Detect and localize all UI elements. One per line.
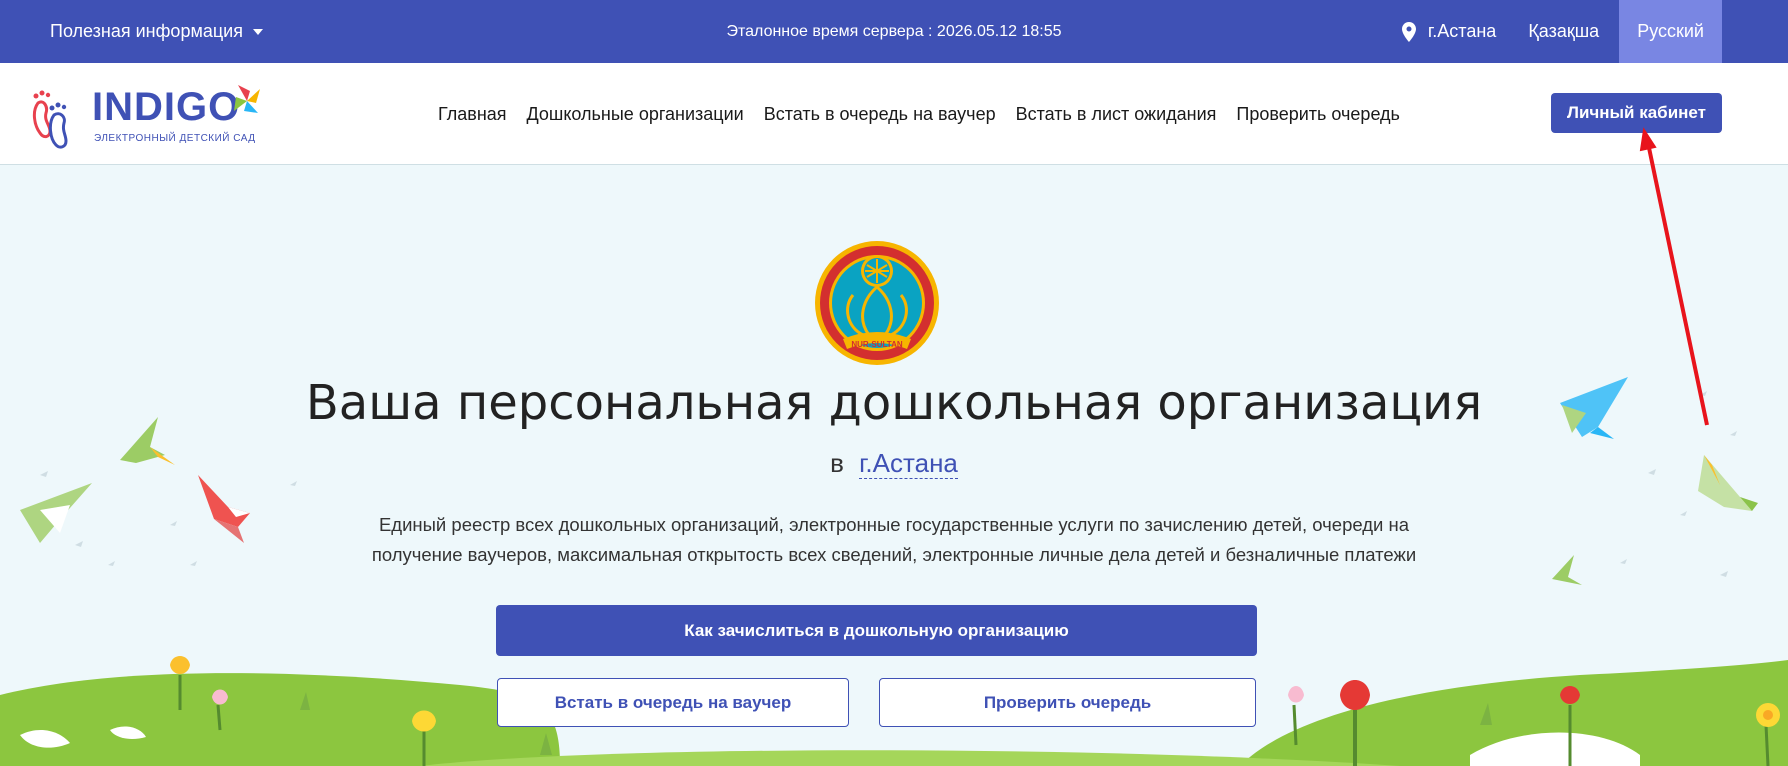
bird-icon [198,475,250,543]
hero-description-line-1: Единый реестр всех дошкольных организаци… [378,514,1410,535]
top-bar-right: г.Астана Қазақша Русский [1401,0,1722,63]
bird-icon [1552,555,1582,585]
lang-russian[interactable]: Русский [1619,0,1722,63]
emblem-text: NUR-SULTAN [851,340,902,349]
hero-city-link[interactable]: г.Астана [859,448,958,479]
footprints-logo-icon [32,90,68,149]
indigo-logo[interactable]: INDIGO ЭЛЕКТРОННЫЙ ДЕТСКИЙ САД [30,81,270,151]
flower-logo-icon [234,85,260,113]
location-pin-icon [1401,21,1416,42]
bird-icon [20,483,92,543]
caret-down-icon [252,28,263,35]
hero-city-prefix: в [830,448,844,478]
logo-brand-text: INDIGO [92,85,241,129]
nav-waiting-list[interactable]: Встать в лист ожидания [1016,104,1217,125]
hero-city-line: в г.Астана [0,448,1788,479]
voucher-queue-button[interactable]: Встать в очередь на ваучер [497,678,849,727]
top-bar: Полезная информация Эталонное время серв… [0,0,1788,63]
hero-description-line-2: получение ваучеров, максимальная открыто… [371,544,1417,565]
hero-title: Ваша персональная дошкольная организация [305,375,1483,431]
how-to-enroll-button[interactable]: Как зачислиться в дошкольную организацию [496,605,1257,656]
nav-home[interactable]: Главная [438,104,507,125]
hero-section: NUR-SULTAN Ваша персональная дошкольная … [0,165,1788,766]
nav-preschool-orgs[interactable]: Дошкольные организации [527,104,744,125]
main-menu: Главная Дошкольные организации Встать в … [438,63,1400,165]
nur-sultan-emblem: NUR-SULTAN [815,241,939,365]
logo-subtitle: ЭЛЕКТРОННЫЙ ДЕТСКИЙ САД [94,133,256,144]
main-navbar: INDIGO ЭЛЕКТРОННЫЙ ДЕТСКИЙ САД Главная Д… [0,63,1788,165]
lang-kazakh[interactable]: Қазақша [1528,21,1599,42]
personal-cabinet-button[interactable]: Личный кабинет [1551,93,1722,133]
check-queue-button[interactable]: Проверить очередь [879,678,1256,727]
city-selector[interactable]: г.Астана [1401,21,1497,42]
nav-check-queue[interactable]: Проверить очередь [1236,104,1400,125]
useful-info-dropdown[interactable]: Полезная информация [50,0,263,63]
useful-info-label: Полезная информация [50,21,243,41]
nav-voucher-queue[interactable]: Встать в очередь на ваучер [764,104,996,125]
hero-description: Единый реестр всех дошкольных организаци… [300,510,1488,570]
city-label: г.Астана [1427,21,1497,41]
